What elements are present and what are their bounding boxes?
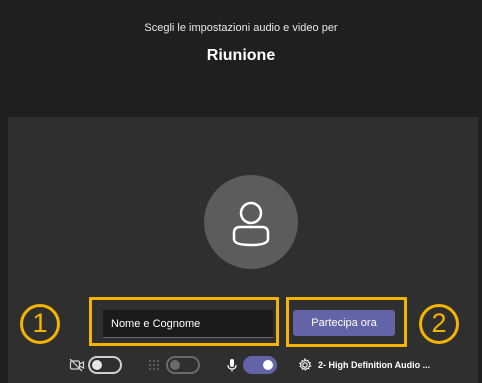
background-blur-toggle[interactable] — [166, 356, 200, 374]
microphone-icon — [227, 359, 237, 372]
background-blur-toggle-knob — [170, 360, 180, 370]
microphone-toggle-knob — [263, 360, 273, 370]
page-subtitle: Scegli le impostazioni audio e video per — [144, 22, 338, 34]
name-input[interactable] — [103, 310, 273, 338]
person-icon — [232, 201, 270, 247]
step-1-callout: 1 — [20, 304, 60, 344]
camera-toggle[interactable] — [88, 356, 122, 374]
header-bar: Scegli le impostazioni audio e video per… — [0, 0, 482, 117]
camera-toggle-knob — [92, 360, 102, 370]
pre-join-screen: Scegli le impostazioni audio e video per… — [0, 0, 482, 383]
gear-icon — [298, 358, 312, 371]
audio-device-label: 2- High Definition Audio ... — [318, 360, 431, 370]
avatar — [204, 175, 298, 269]
meeting-title: Riunione — [206, 47, 276, 64]
camera-off-icon — [69, 358, 85, 372]
audio-device-selector[interactable]: 2- High Definition Audio ... — [298, 357, 430, 373]
join-now-button[interactable]: Partecipa ora — [293, 310, 395, 336]
microphone-toggle[interactable] — [243, 356, 277, 374]
blur-icon — [149, 360, 159, 370]
step-2-callout: 2 — [419, 304, 459, 344]
